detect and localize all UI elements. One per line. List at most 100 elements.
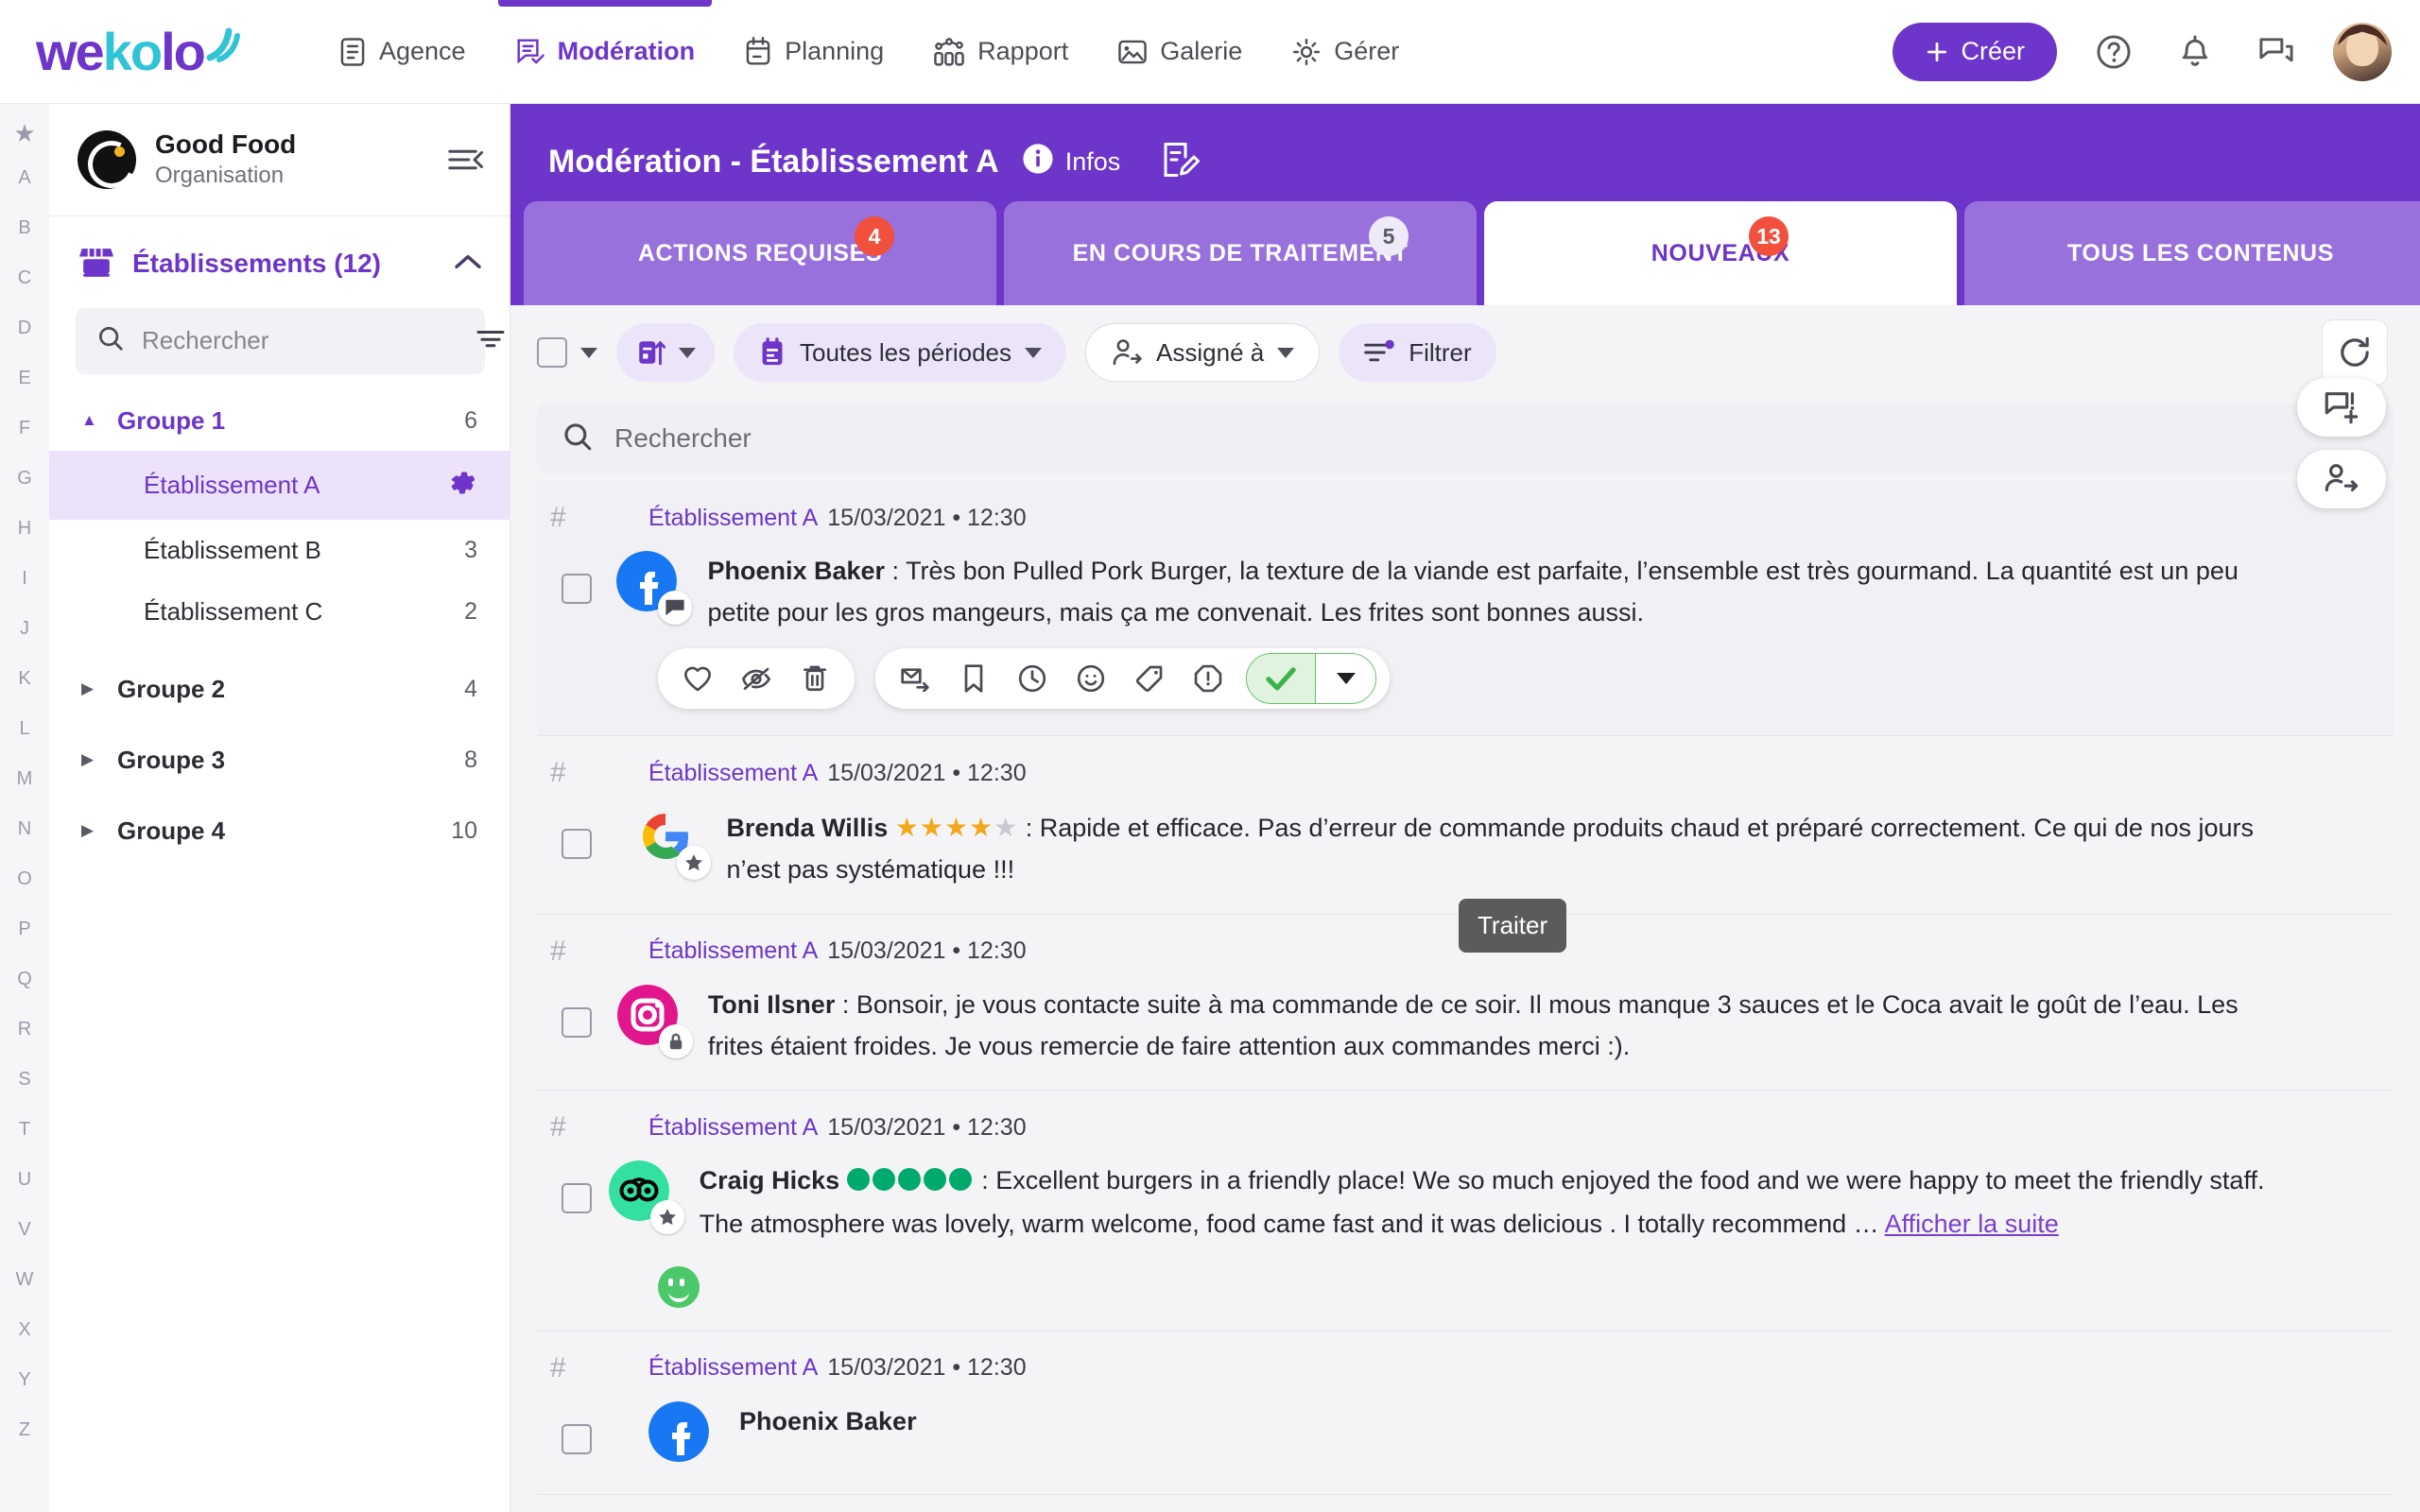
- alpha-letter-h[interactable]: H: [18, 504, 31, 554]
- note-edit-icon[interactable]: [1160, 140, 1201, 184]
- period-filter-dropdown[interactable]: Toutes les périodes: [734, 323, 1067, 382]
- assign-user-button[interactable]: [2297, 450, 2386, 508]
- alpha-letter-n[interactable]: N: [18, 804, 31, 854]
- alpha-letter-f[interactable]: F: [19, 404, 30, 454]
- create-button[interactable]: Créer: [1893, 22, 2057, 81]
- sort-button[interactable]: [616, 323, 715, 382]
- nav-item-galerie[interactable]: Galerie: [1117, 0, 1242, 104]
- chevron-up-icon[interactable]: [453, 251, 483, 277]
- alpha-letter-w[interactable]: W: [16, 1255, 34, 1305]
- nav-item-planning[interactable]: Planning: [744, 0, 884, 104]
- alpha-letter-t[interactable]: T: [19, 1105, 30, 1155]
- sidebar-search-box[interactable]: [76, 307, 505, 374]
- alpha-letter-y[interactable]: Y: [18, 1355, 30, 1405]
- alpha-letter-z[interactable]: Z: [19, 1405, 30, 1455]
- row-establishment[interactable]: Établissement A: [648, 1354, 818, 1382]
- sidebar-item-etablissement-b[interactable]: Établissement B 3: [49, 520, 510, 581]
- review-row[interactable]: # Établissement A 15/03/2021 • 12:30 Pho…: [537, 1332, 2394, 1495]
- clock-icon[interactable]: [1006, 652, 1059, 705]
- filter-icon[interactable]: [475, 326, 506, 355]
- alpha-letter-m[interactable]: M: [17, 754, 33, 804]
- sidebar-item-etablissement-c[interactable]: Établissement C 2: [49, 581, 510, 643]
- assigned-filter-dropdown[interactable]: Assigné à: [1085, 323, 1321, 382]
- chevron-down-icon[interactable]: [1025, 347, 1043, 358]
- alpha-letter-d[interactable]: D: [18, 303, 31, 353]
- tree-group-groupe-4[interactable]: ▶ Groupe 4 10: [49, 801, 510, 861]
- sidebar-item-etablissement-a[interactable]: Établissement A: [49, 450, 510, 520]
- tab-actions-requises[interactable]: ACTIONS REQUISES 4: [524, 201, 996, 305]
- alpha-letter-r[interactable]: R: [18, 1005, 31, 1055]
- row-checkbox[interactable]: [562, 574, 592, 604]
- row-establishment[interactable]: Établissement A: [648, 1114, 818, 1142]
- alpha-letter-v[interactable]: V: [18, 1205, 30, 1255]
- infos-button[interactable]: Infos: [1022, 143, 1120, 181]
- alpha-letter-g[interactable]: G: [17, 454, 32, 504]
- establishments-section-header[interactable]: Établissements (12): [49, 216, 510, 304]
- nav-item-gerer[interactable]: Gérer: [1291, 0, 1399, 104]
- chevron-down-icon[interactable]: [580, 347, 597, 358]
- alpha-letter-e[interactable]: E: [18, 353, 30, 404]
- organisation-header[interactable]: Good Food Organisation: [49, 104, 510, 216]
- review-row[interactable]: # Établissement A 15/03/2021 • 12:30: [537, 736, 2394, 915]
- alpha-letter-i[interactable]: I: [22, 554, 27, 604]
- help-circle-icon[interactable]: [2089, 27, 2138, 77]
- row-checkbox[interactable]: [562, 1006, 592, 1038]
- row-establishment[interactable]: Établissement A: [648, 937, 818, 965]
- alpha-letter-q[interactable]: Q: [17, 954, 32, 1005]
- trash-icon[interactable]: [788, 652, 841, 705]
- tree-group-groupe-1[interactable]: ▲ Groupe 1 6: [49, 391, 510, 451]
- confirm-button[interactable]: [1247, 654, 1315, 704]
- alpha-letter-c[interactable]: C: [18, 253, 31, 303]
- bell-icon[interactable]: [2170, 27, 2220, 77]
- tag-icon[interactable]: [1123, 652, 1176, 705]
- row-checkbox[interactable]: [562, 1183, 592, 1214]
- chevron-down-icon[interactable]: [679, 347, 696, 358]
- smiley-icon[interactable]: [1064, 652, 1117, 705]
- alpha-letter-l[interactable]: L: [19, 704, 29, 754]
- heart-icon[interactable]: [671, 652, 724, 705]
- nav-item-rapport[interactable]: Rapport: [933, 0, 1068, 104]
- alpha-letter-s[interactable]: S: [18, 1055, 30, 1105]
- user-avatar[interactable]: [2333, 22, 2392, 81]
- tree-group-groupe-2[interactable]: ▶ Groupe 2 4: [49, 660, 510, 719]
- alert-octagon-icon[interactable]: [1182, 652, 1235, 705]
- add-comment-button[interactable]: [2297, 378, 2386, 437]
- alpha-letter-o[interactable]: O: [17, 854, 32, 904]
- nav-item-agence[interactable]: Agence: [338, 0, 466, 104]
- mail-forward-icon[interactable]: [889, 652, 942, 705]
- bookmark-icon[interactable]: [947, 652, 1000, 705]
- tab-tous-les-contenus[interactable]: TOUS LES CONTENUS: [1964, 201, 2420, 305]
- alpha-letter-p[interactable]: P: [18, 904, 30, 954]
- row-establishment[interactable]: Établissement A: [648, 760, 818, 787]
- alpha-letter-b[interactable]: B: [18, 203, 30, 253]
- alpha-letter-j[interactable]: J: [20, 604, 29, 654]
- confirm-dropdown-button[interactable]: [1315, 654, 1375, 704]
- row-checkbox[interactable]: [562, 829, 592, 860]
- alpha-letter-a[interactable]: A: [18, 153, 30, 203]
- favorites-star-icon[interactable]: ★: [13, 113, 35, 153]
- app-logo[interactable]: wekolo: [0, 25, 312, 78]
- content-search-input[interactable]: [614, 423, 2369, 454]
- alpha-letter-u[interactable]: U: [18, 1155, 31, 1205]
- refresh-button[interactable]: [2322, 319, 2388, 386]
- select-all-checkbox[interactable]: [537, 337, 567, 368]
- collapse-sidebar-icon[interactable]: [447, 146, 483, 174]
- content-search-box[interactable]: [537, 404, 2394, 473]
- nav-item-moderation[interactable]: Modération: [497, 0, 712, 104]
- sidebar-search-input[interactable]: [142, 326, 458, 356]
- eye-off-icon[interactable]: [730, 652, 783, 705]
- filter-button[interactable]: Filtrer: [1339, 323, 1496, 382]
- chat-icon[interactable]: [2252, 27, 2301, 77]
- tab-en-cours-de-traitement[interactable]: EN COURS DE TRAITEMENT 5: [1004, 201, 1477, 305]
- alpha-letter-x[interactable]: X: [18, 1305, 30, 1355]
- review-row[interactable]: # Établissement A 15/03/2021 • 12:30: [537, 1091, 2394, 1332]
- gear-icon[interactable]: [445, 467, 477, 504]
- row-checkbox[interactable]: [562, 1423, 592, 1454]
- select-all-group[interactable]: [537, 337, 597, 368]
- review-row[interactable]: # Établissement A 15/03/2021 • 12:30 Pho…: [537, 481, 2394, 953]
- row-establishment[interactable]: Établissement A: [648, 505, 818, 532]
- tab-nouveaux[interactable]: NOUVEAUX 13: [1484, 201, 1957, 305]
- alpha-letter-k[interactable]: K: [18, 654, 30, 704]
- show-more-link[interactable]: Afficher la suite: [1885, 1210, 2059, 1238]
- chevron-down-icon[interactable]: [1277, 347, 1295, 358]
